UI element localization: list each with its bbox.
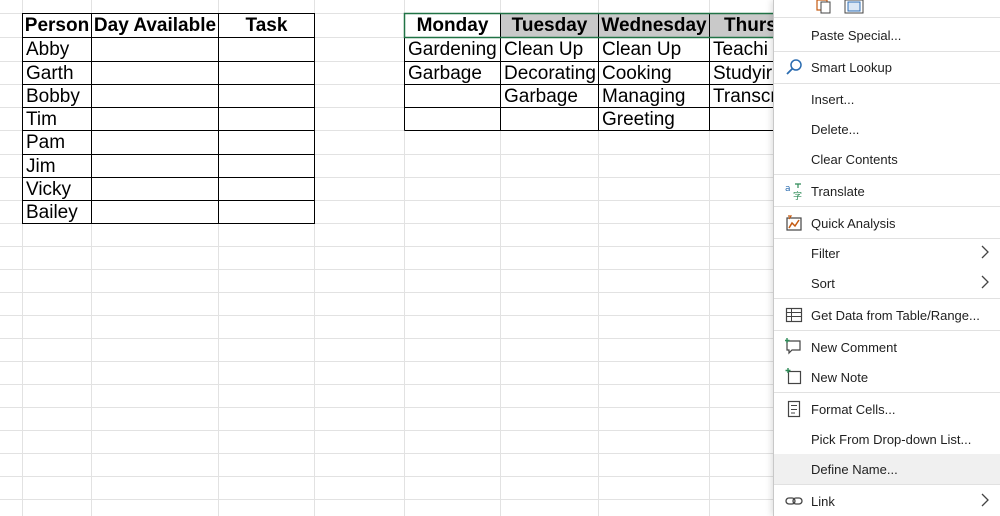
header-thursday[interactable]: Thurs [710,14,773,37]
table-icon [785,307,803,323]
menu-label: Translate [811,184,865,199]
header-day-available[interactable]: Day Available [92,14,218,37]
header-task[interactable]: Task [219,14,314,37]
schedule-cell[interactable] [405,85,500,108]
header-person[interactable]: Person [23,14,91,37]
schedule-cell[interactable]: Decorating [501,62,598,85]
menu-label: New Comment [811,340,897,355]
menu-link[interactable]: Link [774,486,1000,516]
paste-options [814,0,874,16]
menu-get-data[interactable]: Get Data from Table/Range... [774,300,1000,330]
header-wednesday[interactable]: Wednesday [599,14,709,37]
menu-label: Quick Analysis [811,216,896,231]
format-cells-icon [787,400,801,418]
schedule-cell[interactable]: Cooking [599,62,709,85]
chevron-right-icon [981,493,989,507]
paste-option-icons[interactable] [814,0,874,16]
schedule-cell[interactable]: Studyir [710,62,773,85]
schedule-cell[interactable] [405,108,500,131]
menu-label: Smart Lookup [811,60,892,75]
search-icon [786,59,802,75]
menu-label: Clear Contents [811,152,898,167]
context-menu: Paste Special... Smart Lookup Insert... … [773,0,1000,516]
schedule-cell[interactable]: Garbage [501,85,598,108]
schedule-cell[interactable]: Clean Up [501,38,598,61]
person-cell[interactable]: Bobby [23,85,91,108]
svg-text:字: 字 [793,190,802,200]
schedule-cell[interactable] [710,108,773,131]
schedule-cell[interactable]: Clean Up [599,38,709,61]
schedule-cell[interactable]: Garbage [405,62,500,85]
chevron-right-icon [981,245,989,259]
menu-insert[interactable]: Insert... [774,84,1000,114]
menu-label: Format Cells... [811,402,896,417]
menu-delete[interactable]: Delete... [774,114,1000,144]
schedule-cell[interactable] [501,108,598,131]
schedule-cell[interactable]: Gardening [405,38,500,61]
person-cell[interactable]: Pam [23,131,91,154]
person-cell[interactable]: Bailey [23,201,91,224]
person-cell[interactable]: Vicky [23,178,91,201]
menu-format-cells[interactable]: Format Cells... [774,394,1000,424]
menu-label: Paste Special... [811,28,902,43]
menu-label: Get Data from Table/Range... [811,308,980,323]
comment-icon [785,338,801,355]
menu-clear-contents[interactable]: Clear Contents [774,144,1000,174]
link-icon [785,497,803,505]
menu-translate[interactable]: a 字 Translate [774,176,1000,206]
menu-new-comment[interactable]: New Comment [774,332,1000,362]
person-cell[interactable]: Jim [23,155,91,178]
menu-define-name[interactable]: Define Name... [774,454,1000,484]
menu-quick-analysis[interactable]: Quick Analysis [774,208,1000,238]
schedule-cell[interactable]: Greeting [599,108,709,131]
menu-filter[interactable]: Filter [774,238,1000,268]
schedule-cell[interactable]: Managing [599,85,709,108]
note-icon [785,368,802,385]
menu-label: Link [811,494,835,509]
menu-pick-from-list[interactable]: Pick From Drop-down List... [774,424,1000,454]
svg-text:a: a [785,184,791,194]
chevron-right-icon [981,275,989,289]
menu-label: Define Name... [811,462,898,477]
person-cell[interactable]: Garth [23,62,91,85]
person-cell[interactable]: Tim [23,108,91,131]
menu-label: Sort [811,276,835,291]
menu-label: Delete... [811,122,860,137]
menu-label: Insert... [811,92,855,107]
menu-smart-lookup[interactable]: Smart Lookup [774,52,1000,82]
translate-icon: a 字 [785,183,802,200]
person-cell[interactable]: Abby [23,38,91,61]
menu-label: Filter [811,246,840,261]
menu-new-note[interactable]: New Note [774,362,1000,392]
menu-label: New Note [811,370,869,385]
schedule-cell[interactable]: Teachi [710,38,773,61]
header-monday[interactable]: Monday [405,14,500,37]
header-tuesday[interactable]: Tuesday [501,14,598,37]
menu-paste-special[interactable]: Paste Special... [774,20,1000,50]
menu-label: Pick From Drop-down List... [811,432,972,447]
quick-analysis-icon [786,215,802,231]
menu-sort[interactable]: Sort [774,268,1000,298]
schedule-cell[interactable]: Transcr [710,85,773,108]
